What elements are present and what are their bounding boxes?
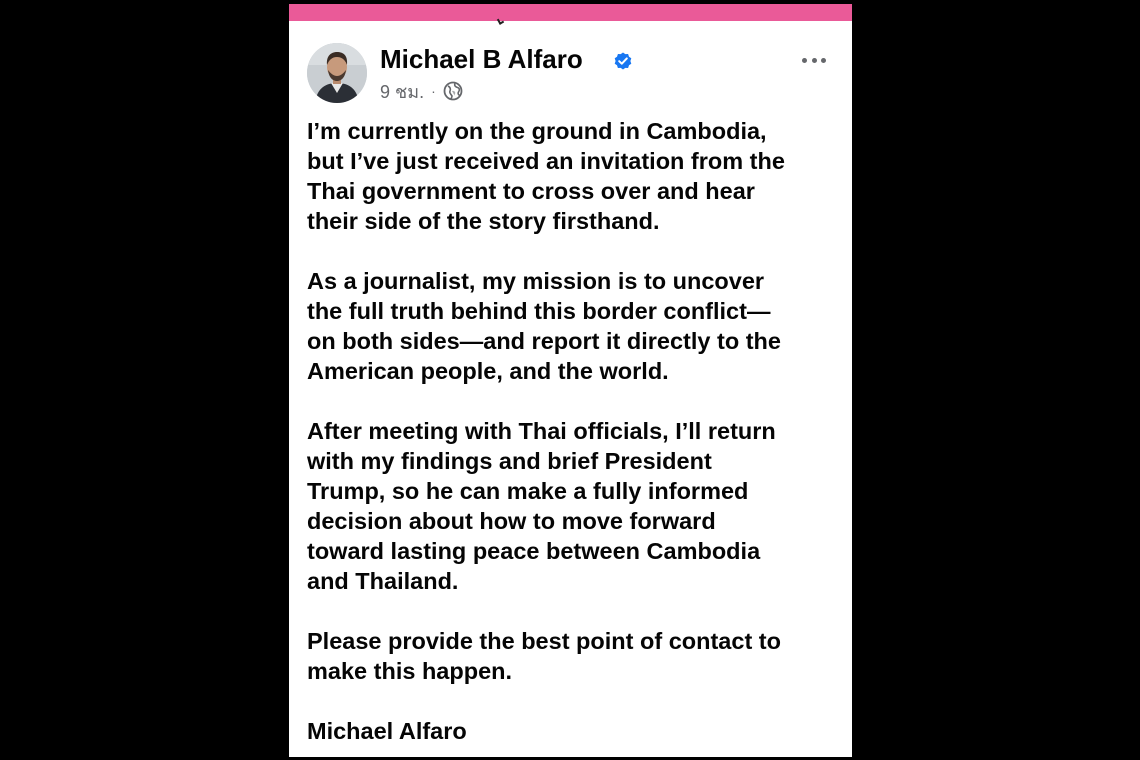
top-color-bar bbox=[289, 4, 852, 21]
more-dot bbox=[811, 57, 817, 63]
post-paragraph: After meeting with Thai officials, I’ll … bbox=[307, 418, 776, 594]
author-name[interactable]: Michael B Alfaro bbox=[380, 44, 583, 74]
post-timestamp[interactable]: 9 ชม. bbox=[380, 77, 424, 106]
more-options-icon[interactable] bbox=[798, 48, 830, 72]
post-paragraph: Please provide the best point of contact… bbox=[307, 628, 781, 684]
globe-icon[interactable] bbox=[443, 81, 463, 101]
more-dot bbox=[821, 57, 826, 63]
post-body: I’m currently on the ground in Cambodia,… bbox=[307, 116, 842, 746]
post-header: Michael B Alfaro 9 ชม. · bbox=[307, 42, 834, 106]
more-dot bbox=[802, 57, 807, 63]
avatar[interactable] bbox=[307, 43, 367, 103]
meta-separator: · bbox=[431, 83, 436, 99]
post-meta: 9 ชม. · bbox=[380, 79, 463, 103]
post-paragraph: As a journalist, my mission is to uncove… bbox=[307, 268, 781, 384]
post-signature: Michael Alfaro bbox=[307, 718, 467, 744]
post-paragraph: I’m currently on the ground in Cambodia,… bbox=[307, 118, 785, 234]
verified-badge-icon bbox=[614, 52, 632, 70]
post-screen: Michael B Alfaro 9 ชม. · I’m currently o… bbox=[289, 4, 852, 757]
